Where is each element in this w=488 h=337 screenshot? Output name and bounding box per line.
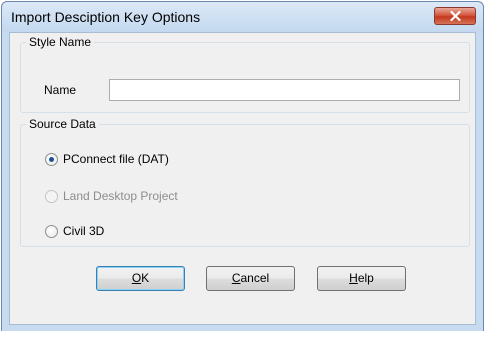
ok-label-rest: K (141, 271, 150, 285)
style-name-group: Style Name (20, 35, 470, 113)
help-button[interactable]: Help (317, 266, 406, 291)
background-strip (0, 331, 488, 337)
close-icon (450, 11, 461, 21)
radio-land-desktop: Land Desktop Project (45, 189, 178, 203)
radio-label-pconnect: PConnect file (DAT) (63, 152, 169, 166)
radio-button-disabled (45, 189, 58, 203)
radio-pconnect[interactable]: PConnect file (DAT) (45, 152, 169, 166)
radio-label-land-desktop: Land Desktop Project (63, 189, 178, 203)
help-mnemonic: H (349, 271, 358, 285)
radio-label-civil3d: Civil 3D (63, 224, 105, 238)
cancel-label-rest: ancel (240, 271, 270, 285)
name-input[interactable] (109, 79, 460, 101)
radio-civil3d[interactable]: Civil 3D (45, 224, 104, 238)
cancel-button[interactable]: Cancel (206, 266, 295, 291)
style-name-legend: Style Name (29, 35, 92, 49)
help-label-rest: elp (357, 271, 374, 285)
ok-button[interactable]: OK (96, 266, 185, 291)
title-bar[interactable]: Import Desciption Key Options (2, 2, 483, 32)
dialog-window: Import Desciption Key Options Style Name… (1, 1, 484, 332)
dialog-content: Style Name Name Source Data PConnect fil… (9, 32, 476, 325)
name-label: Name (44, 83, 77, 97)
radio-button[interactable] (45, 224, 58, 238)
source-data-legend: Source Data (29, 117, 96, 131)
close-button[interactable] (434, 7, 476, 25)
ok-mnemonic: O (131, 271, 142, 285)
window-title: Import Desciption Key Options (11, 9, 201, 25)
radio-button-checked[interactable] (45, 152, 58, 166)
